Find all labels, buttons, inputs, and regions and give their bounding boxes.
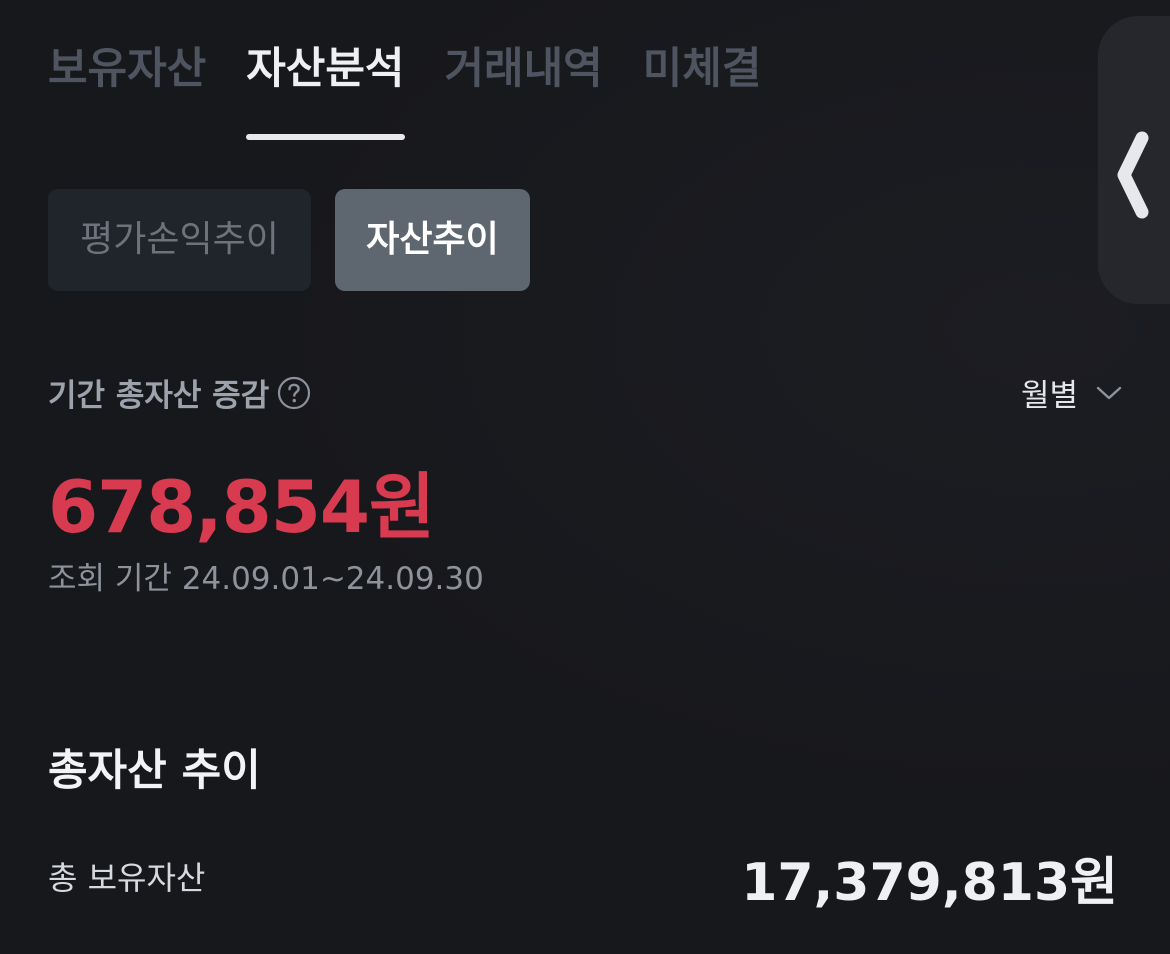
subtab-profit-trend[interactable]: 평가손익추이 bbox=[48, 189, 311, 291]
question-circle-icon[interactable] bbox=[277, 376, 311, 410]
tab-asset-analysis[interactable]: 자산분석 bbox=[246, 36, 405, 146]
total-asset-trend-title: 총자산 추이 bbox=[48, 746, 261, 796]
tab-holdings[interactable]: 보유자산 bbox=[48, 36, 206, 146]
period-change-label-text: 기간 총자산 증감 bbox=[48, 378, 270, 414]
period-select-dropdown[interactable]: 월별 bbox=[1021, 370, 1122, 415]
period-select-value: 월별 bbox=[1020, 378, 1078, 414]
period-change-label: 기간 총자산 증감 bbox=[48, 370, 311, 415]
tab-transactions[interactable]: 거래내역 bbox=[445, 36, 603, 146]
tab-unfilled-orders[interactable]: 미체결 bbox=[643, 36, 762, 146]
period-change-amount: 678,854원 bbox=[48, 465, 435, 549]
query-period-text: 조회 기간 24.09.01~24.09.30 bbox=[48, 561, 484, 597]
main-tabs: 보유자산 자산분석 거래내역 미체결 bbox=[48, 36, 801, 146]
subtab-asset-trend[interactable]: 자산추이 bbox=[335, 189, 530, 291]
chevron-down-icon bbox=[1096, 386, 1122, 399]
side-panel-handle[interactable] bbox=[1098, 16, 1170, 304]
chevron-left-icon bbox=[1117, 131, 1149, 219]
asset-analysis-page: 보유자산 자산분석 거래내역 미체결 평가손익추이 자산추이 기간 총자산 증감… bbox=[0, 0, 1170, 954]
total-holdings-value: 17,379,813원 bbox=[741, 853, 1118, 913]
total-holdings-label: 총 보유자산 bbox=[48, 859, 206, 897]
